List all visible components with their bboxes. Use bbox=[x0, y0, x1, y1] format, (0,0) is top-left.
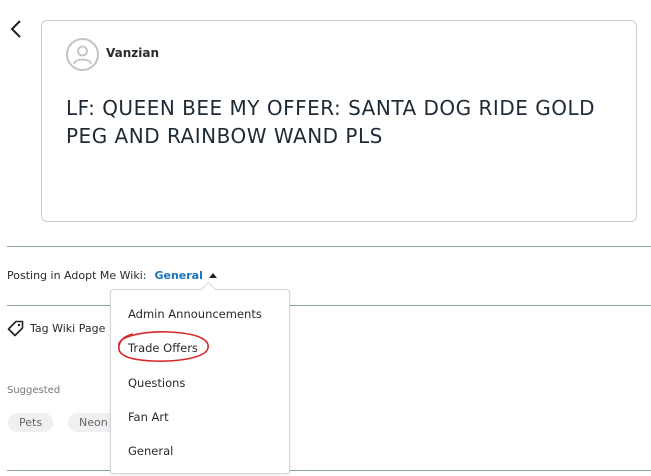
category-value: General bbox=[154, 269, 203, 282]
caret-up-icon bbox=[208, 273, 217, 278]
dropdown-option[interactable]: Questions bbox=[128, 376, 185, 390]
divider bbox=[7, 305, 651, 306]
posting-label: Posting in Adopt Me Wiki: bbox=[7, 269, 147, 282]
posting-location: Posting in Adopt Me Wiki: General bbox=[7, 269, 217, 282]
post-preview-card: Vanzian LF: QUEEN BEE MY OFFER: SANTA DO… bbox=[41, 20, 637, 222]
tag-wiki-page-button[interactable]: Tag Wiki Page bbox=[7, 320, 105, 337]
suggested-label: Suggested bbox=[7, 385, 61, 396]
user-avatar-icon bbox=[73, 45, 92, 65]
category-selector[interactable]: General bbox=[154, 269, 217, 282]
tag-icon bbox=[7, 320, 24, 337]
author-name[interactable]: Vanzian bbox=[106, 46, 159, 60]
dropdown-notch bbox=[200, 281, 217, 298]
dropdown-option[interactable]: Trade Offers bbox=[128, 341, 198, 355]
back-button[interactable] bbox=[8, 18, 26, 40]
category-dropdown: Admin Announcements Trade Offers Questio… bbox=[110, 281, 290, 474]
post-title: LF: QUEEN BEE MY OFFER: SANTA DOG RIDE G… bbox=[66, 96, 595, 148]
tag-wiki-page-label: Tag Wiki Page bbox=[30, 322, 106, 335]
dropdown-option[interactable]: Admin Announcements bbox=[128, 307, 262, 321]
dropdown-option[interactable]: General bbox=[128, 444, 173, 458]
divider bbox=[7, 246, 651, 247]
avatar bbox=[66, 38, 99, 71]
suggested-chip[interactable]: Pets bbox=[8, 413, 54, 432]
chevron-left-icon bbox=[10, 20, 21, 38]
dropdown-option[interactable]: Fan Art bbox=[128, 410, 169, 424]
divider bbox=[7, 470, 651, 471]
